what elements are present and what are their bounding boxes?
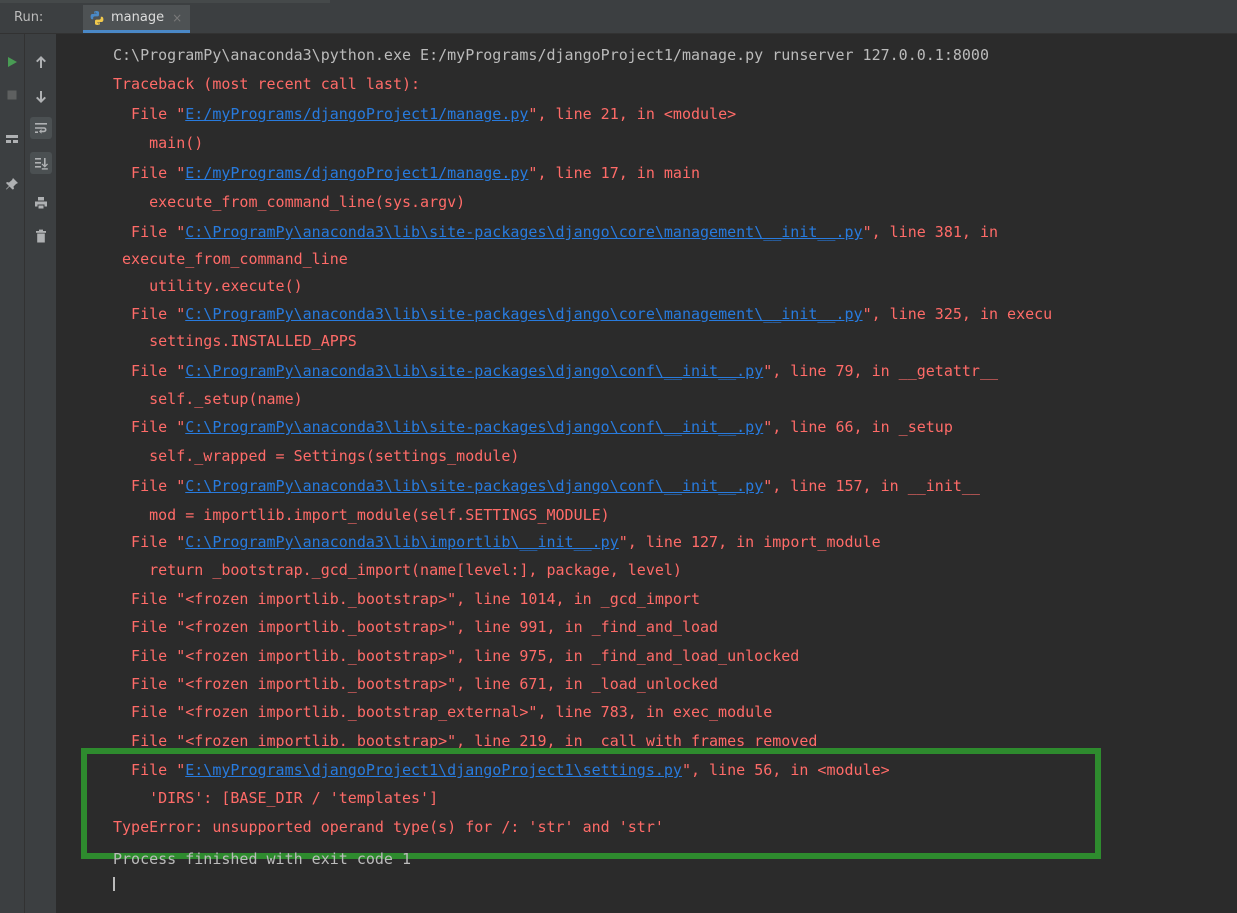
arrow-up-icon	[36, 56, 46, 68]
traceback-frame: File "C:\ProgramPy\anaconda3\lib\site-pa…	[113, 359, 998, 383]
down-stack-button[interactable]	[30, 86, 52, 108]
print-button[interactable]	[30, 192, 52, 214]
command-line: C:\ProgramPy\anaconda3\python.exe E:/myP…	[113, 46, 989, 64]
run-tool-window: Run: manage × C:\ProgramPy\anaconda3\pyt…	[0, 0, 1237, 913]
frozen-frame: File "<frozen importlib._bootstrap>", li…	[113, 590, 700, 608]
layout-button[interactable]	[1, 128, 23, 150]
file-link[interactable]: C:\ProgramPy\anaconda3\lib\site-packages…	[185, 223, 862, 241]
frame-prefix: File "	[113, 477, 186, 495]
top-strip-edge	[0, 0, 330, 3]
source-line: execute_from_command_line(sys.argv)	[113, 193, 466, 211]
file-link[interactable]: C:\ProgramPy\anaconda3\lib\importlib\__i…	[185, 533, 618, 551]
clear-all-button[interactable]	[30, 225, 52, 247]
soft-wrap-icon	[35, 123, 47, 134]
traceback-frame: File "E:/myPrograms/djangoProject1/manag…	[113, 102, 736, 126]
source-line: mod = importlib.import_module(self.SETTI…	[113, 506, 610, 524]
frame-prefix: File "	[113, 305, 186, 323]
frame-suffix: ", line 325, in execu	[862, 305, 1053, 323]
frame-suffix: ", line 21, in <module>	[528, 105, 737, 123]
file-link[interactable]: E:/myPrograms/djangoProject1/manage.py	[185, 105, 528, 123]
frame-prefix: File "	[113, 105, 186, 123]
frame-prefix: File "	[113, 223, 186, 241]
soft-wrap-toggle[interactable]	[30, 117, 52, 139]
scroll-to-end-icon	[35, 158, 48, 170]
arrow-down-icon	[36, 91, 46, 103]
run-actions-toolbar	[0, 34, 25, 913]
traceback-frame: File "C:\ProgramPy\anaconda3\lib\importl…	[113, 530, 881, 554]
frozen-frame: File "<frozen importlib._bootstrap>", li…	[113, 618, 719, 636]
rerun-button[interactable]	[1, 51, 23, 73]
pin-icon	[6, 178, 18, 190]
source-line: utility.execute()	[113, 277, 303, 295]
pin-tab-button[interactable]	[1, 173, 23, 195]
frozen-frame: File "<frozen importlib._bootstrap>", li…	[113, 647, 800, 665]
frame-suffix: ", line 17, in main	[528, 164, 701, 182]
file-link[interactable]: C:\ProgramPy\anaconda3\lib\site-packages…	[185, 362, 763, 380]
file-link[interactable]: C:\ProgramPy\anaconda3\lib\site-packages…	[185, 305, 862, 323]
source-line: self._setup(name)	[113, 390, 303, 408]
traceback-frame: File "C:\ProgramPy\anaconda3\lib\site-pa…	[113, 415, 953, 439]
print-icon	[35, 197, 47, 210]
frame-prefix: File "	[113, 362, 186, 380]
exit-message: Process finished with exit code 1	[113, 850, 412, 868]
traceback-frame: File "E:/myPrograms/djangoProject1/manag…	[113, 161, 700, 185]
error-highlight-box	[81, 748, 1101, 859]
traceback-header: Traceback (most recent call last):	[113, 75, 421, 93]
traceback-frame: File "C:\ProgramPy\anaconda3\lib\site-pa…	[113, 474, 980, 498]
traceback-frame: File "C:\ProgramPy\anaconda3\lib\site-pa…	[113, 220, 998, 244]
source-line: self._wrapped = Settings(settings_module…	[113, 447, 520, 465]
play-icon	[8, 57, 17, 67]
frame-prefix: File "	[113, 418, 186, 436]
close-icon[interactable]: ×	[172, 11, 182, 25]
python-icon	[89, 10, 105, 26]
up-stack-button[interactable]	[30, 51, 52, 73]
traceback-frame: File "C:\ProgramPy\anaconda3\lib\site-pa…	[113, 302, 1052, 326]
frame-suffix: ", line 79, in __getattr__	[763, 362, 999, 380]
text-cursor	[113, 877, 115, 891]
frame-suffix: ", line 66, in _setup	[763, 418, 953, 436]
stop-icon	[7, 90, 17, 100]
source-line: main()	[113, 134, 204, 152]
frame-suffix: ", line 381, in	[862, 223, 999, 241]
tab-manage[interactable]: manage ×	[83, 5, 191, 33]
scroll-to-end-toggle[interactable]	[30, 152, 52, 174]
frame-prefix: File "	[113, 164, 186, 182]
frame-suffix: ", line 157, in __init__	[763, 477, 980, 495]
console-actions-toolbar	[25, 34, 57, 913]
trash-icon	[36, 229, 46, 243]
frame-suffix: ", line 127, in import_module	[618, 533, 881, 551]
frame-prefix: File "	[113, 533, 186, 551]
wrapped-line: execute_from_command_line	[113, 250, 348, 268]
layout-icon	[6, 135, 18, 143]
frozen-frame: File "<frozen importlib._bootstrap_exter…	[113, 703, 773, 721]
file-link[interactable]: C:\ProgramPy\anaconda3\lib\site-packages…	[185, 418, 763, 436]
frozen-frame: File "<frozen importlib._bootstrap>", li…	[113, 675, 719, 693]
source-line: settings.INSTALLED_APPS	[113, 332, 357, 350]
file-link[interactable]: C:\ProgramPy\anaconda3\lib\site-packages…	[185, 477, 763, 495]
source-line: return _bootstrap._gcd_import(name[level…	[113, 561, 682, 579]
stop-button[interactable]	[1, 84, 23, 106]
run-tab-bar: Run: manage ×	[0, 5, 1237, 34]
tab-label: manage	[111, 10, 165, 25]
console-output[interactable]: C:\ProgramPy\anaconda3\python.exe E:/myP…	[57, 34, 1237, 913]
run-label: Run:	[14, 10, 44, 25]
file-link[interactable]: E:/myPrograms/djangoProject1/manage.py	[185, 164, 528, 182]
